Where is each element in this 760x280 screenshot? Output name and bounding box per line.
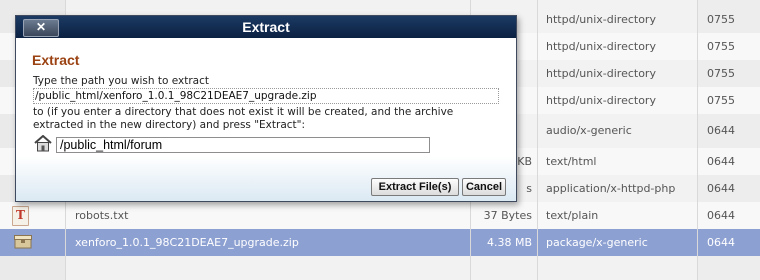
file-permissions: 0755 xyxy=(707,94,735,107)
file-permissions: 0644 xyxy=(707,182,735,195)
text-file-icon: T xyxy=(12,206,29,226)
file-permissions: 0644 xyxy=(707,209,735,222)
dialog-instructions: to (if you enter a directory that does n… xyxy=(33,106,454,131)
table-row[interactable]: T robots.txt 37 Bytes text/plain 0644 xyxy=(0,202,760,229)
extract-files-button[interactable]: Extract File(s) xyxy=(371,178,459,196)
dialog-body: Extract Type the path you wish to extrac… xyxy=(16,38,516,201)
home-icon xyxy=(34,135,52,152)
file-size: 4.38 MB xyxy=(486,236,532,249)
file-type: httpd/unix-directory xyxy=(546,40,656,53)
cancel-button[interactable]: Cancel xyxy=(462,178,506,196)
destination-path-input[interactable] xyxy=(56,137,430,153)
file-permissions: 0755 xyxy=(707,40,735,53)
dialog-heading: Extract xyxy=(32,52,80,68)
file-type: text/plain xyxy=(546,209,599,222)
file-permissions: 0644 xyxy=(707,124,735,137)
file-permissions: 0644 xyxy=(707,155,735,168)
file-permissions: 0755 xyxy=(707,13,735,26)
file-type: httpd/unix-directory xyxy=(546,67,656,80)
file-type: application/x-httpd-php xyxy=(546,182,676,195)
table-row-selected[interactable]: xenforo_1.0.1_98C21DEAE7_upgrade.zip 4.3… xyxy=(0,229,760,256)
file-permissions: 0755 xyxy=(707,67,735,80)
archive-icon xyxy=(14,235,32,249)
dialog-prompt: Type the path you wish to extract xyxy=(33,75,209,87)
file-name[interactable]: robots.txt xyxy=(75,202,465,229)
file-name[interactable]: xenforo_1.0.1_98C21DEAE7_upgrade.zip xyxy=(75,229,465,256)
column-divider xyxy=(537,0,538,280)
column-divider xyxy=(697,0,698,280)
file-type: text/html xyxy=(546,155,597,168)
dialog-title: Extract xyxy=(242,19,290,35)
file-permissions: 0644 xyxy=(707,236,735,249)
close-icon[interactable]: ✕ xyxy=(23,19,59,37)
file-type: httpd/unix-directory xyxy=(546,94,656,107)
dialog-title-bar[interactable]: ✕ Extract xyxy=(16,16,516,38)
file-type: package/x-generic xyxy=(546,236,648,249)
file-size: 37 Bytes xyxy=(483,209,532,222)
extract-dialog: ✕ Extract Extract Type the path you wish… xyxy=(15,15,517,202)
file-type: httpd/unix-directory xyxy=(546,13,656,26)
file-type: audio/x-generic xyxy=(546,124,632,137)
archive-path: /public_html/xenforo_1.0.1_98C21DEAE7_up… xyxy=(33,88,499,104)
